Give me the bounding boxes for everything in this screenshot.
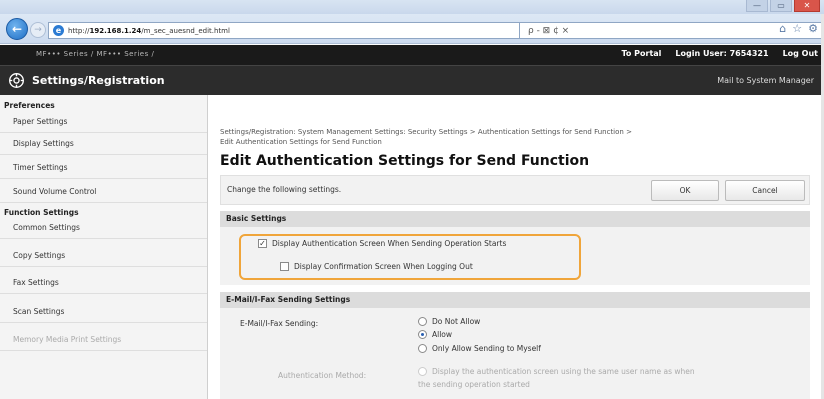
breadcrumb-line-2: Edit Authentication Settings for Send Fu…	[220, 138, 382, 146]
sidebar-item-common-settings[interactable]: Common Settings	[0, 217, 207, 239]
mail-to-system-manager-link[interactable]: Mail to System Manager	[717, 76, 814, 85]
app-title-bar: Settings/Registration Mail to System Man…	[0, 65, 824, 95]
browser-titlebar: — ▭ ✕	[0, 0, 824, 14]
log-out-link[interactable]: Log Out	[783, 49, 818, 58]
close-window-button[interactable]: ✕	[794, 0, 820, 12]
app-top-bar: MF••• Series / MF••• Series / To Portal …	[0, 45, 824, 65]
sidebar-item-fax-settings[interactable]: Fax Settings	[0, 272, 207, 294]
sidebar-item-memory-media-print-settings[interactable]: Memory Media Print Settings	[0, 329, 207, 351]
minimize-button[interactable]: —	[746, 0, 768, 12]
breadcrumb-line-1: Settings/Registration: System Management…	[220, 128, 632, 136]
app-title: Settings/Registration	[32, 74, 165, 87]
auth-method-option-line-2: the sending operation started	[418, 380, 530, 389]
sidebar-heading-function-settings: Function Settings	[4, 208, 79, 217]
auth-method-option-line-1: Display the authentication screen using …	[432, 367, 695, 376]
ok-button[interactable]: OK	[651, 180, 719, 201]
ie-icon: e	[53, 25, 64, 36]
auth-method-option[interactable]: Display the authentication screen using …	[418, 367, 695, 376]
page-title: Edit Authentication Settings for Send Fu…	[220, 153, 590, 169]
auth-method-radio[interactable]	[418, 367, 427, 376]
login-user: Login User: 7654321	[675, 49, 769, 58]
radio-only-allow-myself-label: Only Allow Sending to Myself	[432, 344, 541, 353]
to-portal-link[interactable]: To Portal	[621, 49, 661, 58]
action-bar: Change the following settings. OK Cancel	[220, 175, 810, 205]
sidebar-item-paper-settings[interactable]: Paper Settings	[0, 111, 207, 133]
radio-allow-input[interactable]	[418, 330, 427, 339]
radio-allow[interactable]: Allow	[418, 330, 452, 339]
radio-only-allow-myself-input[interactable]	[418, 344, 427, 353]
cancel-button[interactable]: Cancel	[725, 180, 805, 201]
sidebar-item-sound-volume-control[interactable]: Sound Volume Control	[0, 181, 207, 203]
browser-toolbar-icons: ⌂ ☆ ⚙	[779, 22, 818, 35]
change-instructions: Change the following settings.	[227, 185, 342, 194]
back-button[interactable]: ←	[6, 18, 28, 40]
radio-do-not-allow[interactable]: Do Not Allow	[418, 317, 480, 326]
device-name: MF••• Series / MF••• Series /	[36, 50, 155, 58]
header-links: To Portal Login User: 7654321 Log Out	[621, 49, 818, 58]
breadcrumb: Settings/Registration: System Management…	[220, 127, 800, 147]
address-bar[interactable]: e http://192.168.1.24/m_sec_auesnd_edit.…	[48, 22, 520, 39]
radio-only-allow-myself[interactable]: Only Allow Sending to Myself	[418, 344, 541, 353]
browser-navbar: ← → e http://192.168.1.24/m_sec_auesnd_e…	[0, 14, 824, 44]
url-text: http://192.168.1.24/m_sec_auesnd_edit.ht…	[68, 26, 230, 35]
sidebar-item-timer-settings[interactable]: Timer Settings	[0, 157, 207, 179]
highlight-box	[239, 234, 581, 280]
maximize-button[interactable]: ▭	[770, 0, 792, 12]
forward-button[interactable]: →	[30, 22, 46, 38]
sidebar-item-display-settings[interactable]: Display Settings	[0, 133, 207, 155]
basic-settings-heading: Basic Settings	[220, 211, 810, 227]
main-content: Settings/Registration: System Management…	[208, 95, 824, 399]
sidebar: Preferences Paper Settings Display Setti…	[0, 95, 208, 399]
auth-method-label: Authentication Method:	[278, 371, 367, 380]
email-fax-sending-label: E-Mail/I-Fax Sending:	[240, 319, 319, 328]
radio-do-not-allow-label: Do Not Allow	[432, 317, 481, 326]
forward-arrow-icon: →	[34, 25, 42, 35]
address-actions[interactable]: ρ - ⊠ ¢ ×	[520, 22, 822, 39]
home-icon[interactable]: ⌂	[779, 22, 786, 35]
search-icon[interactable]: ρ - ⊠ ¢ ×	[528, 26, 569, 36]
window-controls: — ▭ ✕	[746, 0, 820, 13]
back-arrow-icon: ←	[11, 22, 23, 36]
favorites-star-icon[interactable]: ☆	[792, 22, 802, 35]
settings-gear-icon	[9, 73, 24, 88]
email-fax-heading: E-Mail/I-Fax Sending Settings	[220, 292, 810, 308]
gear-tools-icon[interactable]: ⚙	[808, 22, 818, 35]
sidebar-item-copy-settings[interactable]: Copy Settings	[0, 245, 207, 267]
radio-do-not-allow-input[interactable]	[418, 317, 427, 326]
radio-allow-label: Allow	[432, 330, 453, 339]
sidebar-heading-preferences: Preferences	[4, 101, 55, 110]
sidebar-item-scan-settings[interactable]: Scan Settings	[0, 301, 207, 323]
